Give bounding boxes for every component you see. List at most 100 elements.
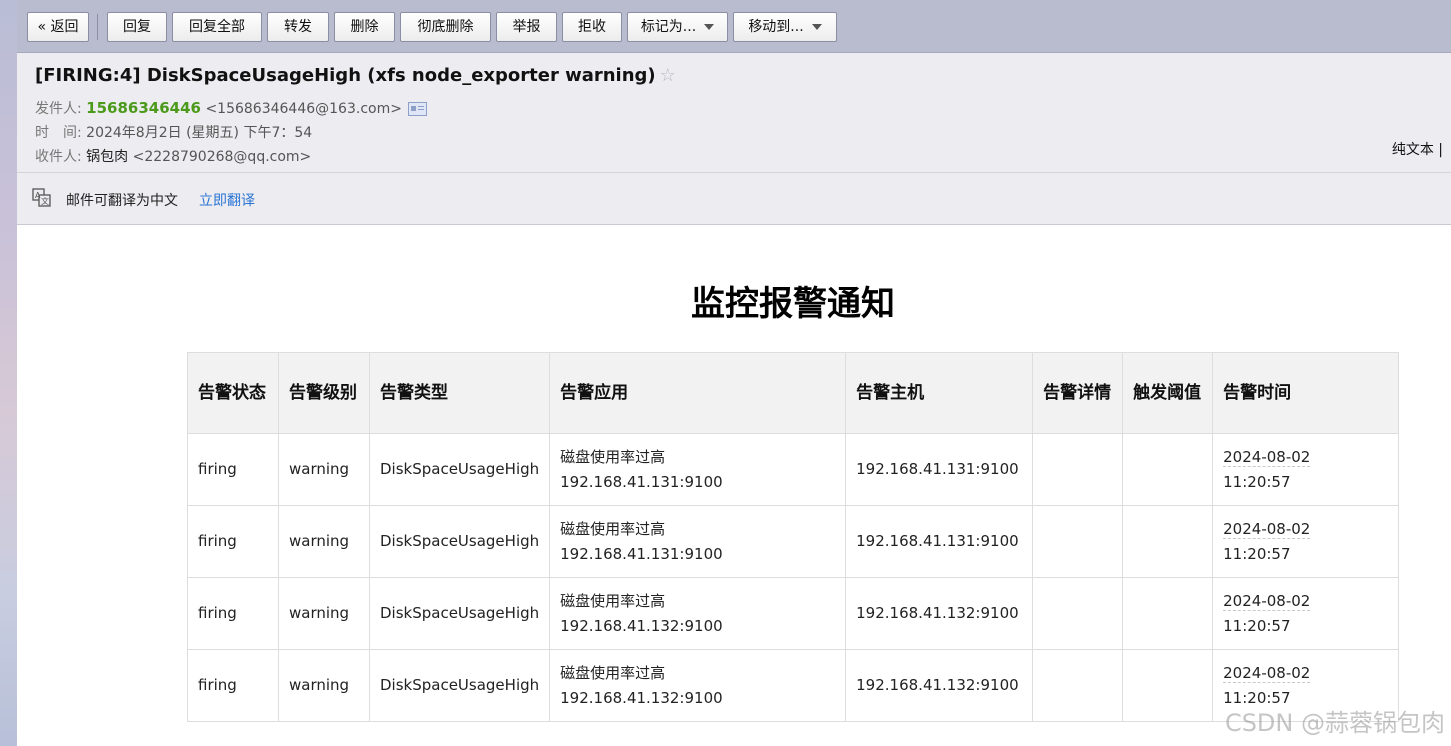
star-icon[interactable]: ☆ (660, 65, 676, 86)
mail-header: [FIRING:4] DiskSpaceUsageHigh (xfs node_… (17, 53, 1451, 172)
cell-type: DiskSpaceUsageHigh (368, 433, 551, 506)
translate-icon: A 文 (32, 188, 51, 207)
reject-button[interactable]: 拒收 (562, 12, 622, 42)
delete-permanent-button[interactable]: 彻底删除 (400, 12, 491, 42)
time-label: 时 间: (35, 125, 82, 141)
mark-as-label: 标记为... (640, 19, 697, 35)
mark-as-dropdown[interactable]: 标记为... (627, 12, 728, 42)
app-description: 磁盘使用率过高 (560, 447, 666, 466)
subject-text: [FIRING:4] DiskSpaceUsageHigh (xfs node_… (35, 65, 656, 86)
alert-date[interactable]: 2024-08-02 (1223, 663, 1311, 683)
cell-host: 192.168.41.132:9100 (845, 577, 1034, 650)
column-header-time: 告警时间 (1212, 352, 1400, 434)
cell-threshold (1122, 577, 1214, 650)
mail-body: 监控报警通知 告警状态 告警级别 告警类型 告警应用 告警主机 告警详情 触发阈… (17, 226, 1451, 746)
cell-level: warning (278, 505, 370, 578)
translate-bar: A 文 邮件可翻译为中文 立即翻译 (17, 172, 1451, 225)
cell-type: DiskSpaceUsageHigh (368, 649, 551, 722)
table-row: firing warning DiskSpaceUsageHigh 磁盘使用率过… (187, 577, 1400, 650)
chevron-down-icon (704, 24, 715, 30)
column-header-status: 告警状态 (187, 352, 279, 434)
page-title: 监控报警通知 (691, 284, 895, 324)
to-label: 收件人: (35, 149, 82, 165)
csdn-watermark: CSDN @蒜蓉锅包肉 (1224, 709, 1445, 737)
reply-button[interactable]: 回复 (107, 12, 167, 42)
cell-app: 磁盘使用率过高 192.168.41.131:9100 (549, 505, 847, 578)
move-to-dropdown[interactable]: 移动到... (733, 12, 837, 42)
translate-prompt: 邮件可翻译为中文 (66, 193, 178, 209)
translate-now-link[interactable]: 立即翻译 (199, 190, 255, 210)
cell-detail (1032, 649, 1124, 722)
delete-button[interactable]: 删除 (334, 12, 395, 42)
to-row: 收件人: 锅包肉 <2228790268@qq.com> (35, 146, 311, 166)
cell-time: 2024-08-02 11:20:57 (1212, 577, 1400, 650)
table-header-row: 告警状态 告警级别 告警类型 告警应用 告警主机 告警详情 触发阈值 告警时间 (187, 352, 1400, 434)
cell-detail (1032, 577, 1124, 650)
cell-host: 192.168.41.131:9100 (845, 433, 1034, 506)
cell-status: firing (187, 649, 279, 722)
alert-time: 11:20:57 (1223, 472, 1291, 491)
back-button[interactable]: « 返回 (27, 12, 89, 42)
left-background-strip (0, 0, 17, 746)
cell-level: warning (278, 577, 370, 650)
alert-date[interactable]: 2024-08-02 (1223, 591, 1311, 611)
mail-subject: [FIRING:4] DiskSpaceUsageHigh (xfs node_… (35, 65, 676, 86)
from-email: <15686346446@163.com> (205, 101, 402, 117)
cell-status: firing (187, 577, 279, 650)
app-instance: 192.168.41.132:9100 (560, 688, 723, 707)
column-header-threshold: 触发阈值 (1122, 352, 1214, 434)
from-row: 发件人: 15686346446 <15686346446@163.com> (35, 98, 427, 118)
cell-detail (1032, 505, 1124, 578)
plain-text-link[interactable]: 纯文本 | (1392, 139, 1443, 159)
app-description: 磁盘使用率过高 (560, 663, 666, 682)
column-header-level: 告警级别 (278, 352, 370, 434)
cell-type: DiskSpaceUsageHigh (368, 505, 551, 578)
alert-time: 11:20:57 (1223, 544, 1291, 563)
column-header-type: 告警类型 (368, 352, 551, 434)
table-row: firing warning DiskSpaceUsageHigh 磁盘使用率过… (187, 505, 1400, 578)
cell-status: firing (187, 505, 279, 578)
cell-host: 192.168.41.131:9100 (845, 505, 1034, 578)
cell-app: 磁盘使用率过高 192.168.41.132:9100 (549, 577, 847, 650)
to-name[interactable]: 锅包肉 (86, 149, 128, 165)
app-instance: 192.168.41.131:9100 (560, 472, 723, 491)
cell-threshold (1122, 433, 1214, 506)
cell-status: firing (187, 433, 279, 506)
app-description: 磁盘使用率过高 (560, 591, 666, 610)
time-row: 时 间: 2024年8月2日 (星期五) 下午7：54 (35, 122, 312, 142)
column-header-host: 告警主机 (845, 352, 1034, 434)
cell-time: 2024-08-02 11:20:57 (1212, 505, 1400, 578)
report-button[interactable]: 举报 (496, 12, 557, 42)
cell-threshold (1122, 649, 1214, 722)
from-label: 发件人: (35, 101, 82, 117)
cell-host: 192.168.41.132:9100 (845, 649, 1034, 722)
column-header-detail: 告警详情 (1032, 352, 1124, 434)
chevron-down-icon (811, 24, 822, 30)
alerts-table: 告警状态 告警级别 告警类型 告警应用 告警主机 告警详情 触发阈值 告警时间 … (187, 352, 1400, 722)
cell-app: 磁盘使用率过高 192.168.41.131:9100 (549, 433, 847, 506)
alert-date[interactable]: 2024-08-02 (1223, 447, 1311, 467)
contact-card-icon[interactable] (407, 102, 427, 116)
app-description: 磁盘使用率过高 (560, 519, 666, 538)
reply-all-button[interactable]: 回复全部 (172, 12, 262, 42)
from-name[interactable]: 15686346446 (86, 99, 201, 117)
cell-app: 磁盘使用率过高 192.168.41.132:9100 (549, 649, 847, 722)
to-email: <2228790268@qq.com> (132, 149, 312, 165)
alert-time: 11:20:57 (1223, 616, 1291, 635)
cell-time: 2024-08-02 11:20:57 (1212, 433, 1400, 506)
column-header-app: 告警应用 (549, 352, 847, 434)
cell-level: warning (278, 649, 370, 722)
toolbar-separator (97, 14, 98, 40)
cell-threshold (1122, 505, 1214, 578)
cell-type: DiskSpaceUsageHigh (368, 577, 551, 650)
time-value: 2024年8月2日 (星期五) 下午7：54 (86, 125, 313, 141)
mail-toolbar: « 返回 回复 回复全部 转发 删除 彻底删除 举报 拒收 标记为... 移动到… (17, 0, 1451, 53)
table-row: firing warning DiskSpaceUsageHigh 磁盘使用率过… (187, 433, 1400, 506)
app-instance: 192.168.41.132:9100 (560, 616, 723, 635)
forward-button[interactable]: 转发 (267, 12, 329, 42)
app-instance: 192.168.41.131:9100 (560, 544, 723, 563)
svg-text:文: 文 (41, 196, 49, 206)
alert-date[interactable]: 2024-08-02 (1223, 519, 1311, 539)
table-row: firing warning DiskSpaceUsageHigh 磁盘使用率过… (187, 649, 1400, 722)
cell-level: warning (278, 433, 370, 506)
